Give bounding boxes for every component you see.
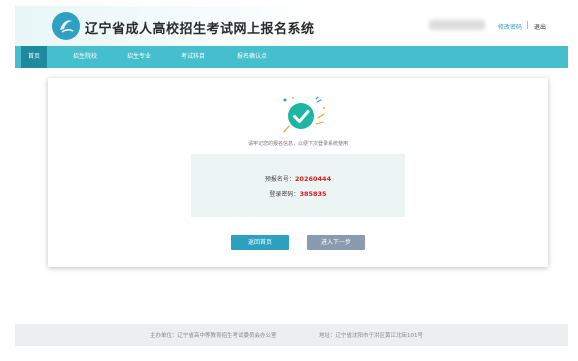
nav-item-colleges[interactable]: 招生院校 [65,46,105,68]
site-title: 辽宁省成人高校招生考试网上报名系统 [85,22,315,37]
user-name-blurred [429,20,485,30]
header-divider [527,21,528,29]
main-nav: 首页 招生院校 招生专业 考试科目 报名确认点 [15,46,568,68]
change-password-link[interactable]: 修改密码 [498,22,522,31]
login-password-row: 登录密码：385835 [191,189,405,198]
nav-item-majors[interactable]: 招生专业 [119,46,159,68]
remember-note: 请牢记您的报名信息，以便下次登录系统使用 [247,141,348,147]
footer-address: 地址：辽宁省沈阳市于洪区黄江北街101号 [319,333,423,339]
registration-number-value: 20260444 [294,175,332,183]
return-home-button[interactable]: 返回首页 [231,235,289,250]
next-step-button[interactable]: 进入下一步 [307,235,365,250]
footer-host: 主办单位：辽宁省高中等教育招生考试委员会办公室 [150,333,277,339]
nav-item-confirm-points[interactable]: 报名确认点 [229,46,275,68]
header: 辽宁省成人高校招生考试网上报名系统 修改密码 退出 [15,6,568,46]
nav-item-home[interactable]: 首页 [21,46,47,68]
registration-number-row: 预报名号：20260444 [191,174,405,183]
logo [52,12,80,40]
registration-number-label: 预报名号： [264,176,295,183]
login-password-label: 登录密码： [269,191,300,198]
result-card: 请牢记您的报名信息，以便下次登录系统使用 预报名号：20260444 登录密码：… [48,78,548,267]
success-check-icon [280,96,326,134]
footer: 主办单位：辽宁省高中等教育招生考试委员会办公室 地址：辽宁省沈阳市于洪区黄江北街… [15,324,568,346]
registration-info-box: 预报名号：20260444 登录密码：385835 [191,154,405,217]
nav-item-exam-subjects[interactable]: 考试科目 [173,46,213,68]
login-password-value: 385835 [299,190,327,198]
logout-link[interactable]: 退出 [534,22,546,31]
